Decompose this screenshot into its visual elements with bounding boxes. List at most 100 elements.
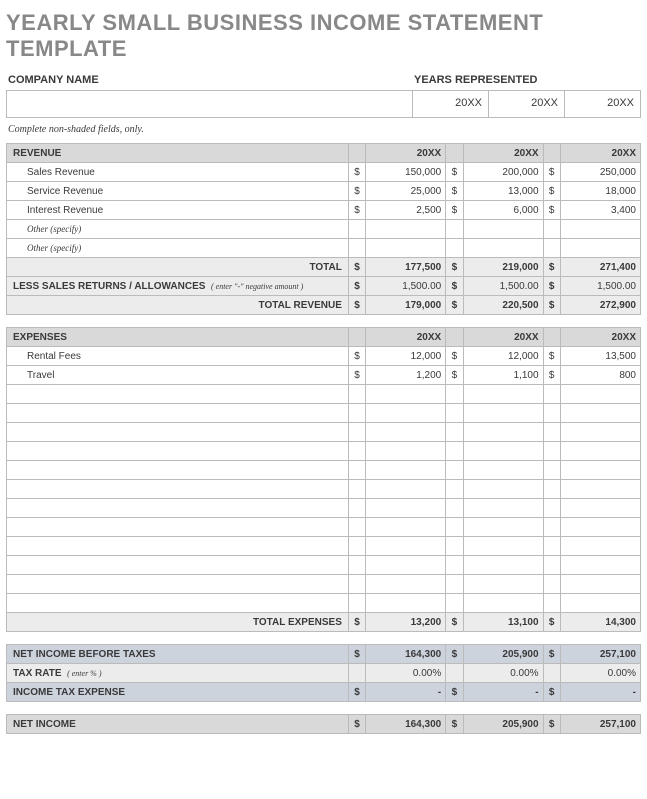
- cell[interactable]: [463, 480, 543, 499]
- row-label[interactable]: Sales Revenue: [7, 163, 349, 182]
- row-label[interactable]: [7, 556, 349, 575]
- cell[interactable]: [366, 594, 446, 613]
- cell[interactable]: 0.00%: [366, 664, 446, 683]
- cell[interactable]: [366, 575, 446, 594]
- row-label[interactable]: [7, 537, 349, 556]
- expense-row: Rental Fees $12,000 $12,000 $13,500: [7, 347, 641, 366]
- cell[interactable]: [366, 461, 446, 480]
- net-income-table: NET INCOME $164,300 $205,900 $257,100: [6, 714, 641, 734]
- cell[interactable]: [366, 423, 446, 442]
- expense-row-blank: [7, 537, 641, 556]
- expense-row-blank: [7, 556, 641, 575]
- cell[interactable]: [366, 385, 446, 404]
- cell[interactable]: 0.00%: [560, 664, 640, 683]
- cell[interactable]: 150,000: [366, 163, 446, 182]
- cell[interactable]: [560, 537, 640, 556]
- cell[interactable]: [560, 499, 640, 518]
- cell[interactable]: [366, 480, 446, 499]
- total-value: 271,400: [560, 258, 640, 277]
- cell[interactable]: 12,000: [463, 347, 543, 366]
- cell[interactable]: [366, 404, 446, 423]
- cell[interactable]: 800: [560, 366, 640, 385]
- cell[interactable]: [560, 404, 640, 423]
- year-input-1[interactable]: 20XX: [413, 91, 489, 117]
- cell[interactable]: 2,500: [366, 201, 446, 220]
- row-label[interactable]: [7, 499, 349, 518]
- cell[interactable]: 1,200: [366, 366, 446, 385]
- row-label[interactable]: Service Revenue: [7, 182, 349, 201]
- cell[interactable]: 250,000: [560, 163, 640, 182]
- cell[interactable]: [366, 537, 446, 556]
- cell[interactable]: [463, 537, 543, 556]
- total-expenses-row: TOTAL EXPENSES $13,200 $13,100 $14,300: [7, 613, 641, 632]
- cell[interactable]: 13,000: [463, 182, 543, 201]
- cell[interactable]: [463, 239, 543, 258]
- total-value: 13,100: [463, 613, 543, 632]
- cell[interactable]: [560, 423, 640, 442]
- cell[interactable]: [463, 575, 543, 594]
- row-label[interactable]: [7, 423, 349, 442]
- cell[interactable]: [463, 594, 543, 613]
- row-label[interactable]: [7, 385, 349, 404]
- cell[interactable]: [560, 461, 640, 480]
- row-label[interactable]: [7, 442, 349, 461]
- cell[interactable]: [560, 239, 640, 258]
- expense-row-blank: [7, 404, 641, 423]
- cell[interactable]: [560, 480, 640, 499]
- cell[interactable]: [463, 423, 543, 442]
- cell[interactable]: [560, 385, 640, 404]
- row-label[interactable]: [7, 404, 349, 423]
- cell[interactable]: 1,100: [463, 366, 543, 385]
- cell[interactable]: 12,000: [366, 347, 446, 366]
- revenue-total: TOTAL $177,500 $219,000 $271,400: [7, 258, 641, 277]
- cell[interactable]: [463, 442, 543, 461]
- cell[interactable]: [463, 220, 543, 239]
- expenses-year-1: 20XX: [366, 328, 446, 347]
- row-label[interactable]: Interest Revenue: [7, 201, 349, 220]
- year-input-2[interactable]: 20XX: [489, 91, 565, 117]
- company-name-input[interactable]: [7, 91, 413, 117]
- cell[interactable]: [560, 556, 640, 575]
- row-label[interactable]: [7, 575, 349, 594]
- cell[interactable]: [366, 499, 446, 518]
- cell[interactable]: [366, 442, 446, 461]
- cell[interactable]: 200,000: [463, 163, 543, 182]
- revenue-year-1: 20XX: [366, 144, 446, 163]
- cell[interactable]: 1,500.00: [366, 277, 446, 296]
- cell[interactable]: [463, 518, 543, 537]
- cell[interactable]: 1,500.00: [560, 277, 640, 296]
- row-label[interactable]: [7, 594, 349, 613]
- cell[interactable]: 25,000: [366, 182, 446, 201]
- cell[interactable]: [463, 556, 543, 575]
- cell[interactable]: [463, 385, 543, 404]
- cell[interactable]: 6,000: [463, 201, 543, 220]
- row-label[interactable]: [7, 518, 349, 537]
- row-label[interactable]: [7, 461, 349, 480]
- cell[interactable]: [560, 518, 640, 537]
- expenses-header: EXPENSES 20XX 20XX 20XX: [7, 328, 641, 347]
- cell[interactable]: [366, 556, 446, 575]
- cell[interactable]: [560, 594, 640, 613]
- year-input-3[interactable]: 20XX: [565, 91, 640, 117]
- value: -: [560, 683, 640, 702]
- cell[interactable]: 0.00%: [463, 664, 543, 683]
- expense-row: Travel $1,200 $1,100 $800: [7, 366, 641, 385]
- cell[interactable]: [366, 220, 446, 239]
- cell[interactable]: [463, 461, 543, 480]
- cell[interactable]: 13,500: [560, 347, 640, 366]
- cell[interactable]: [463, 404, 543, 423]
- cell[interactable]: 18,000: [560, 182, 640, 201]
- cell[interactable]: [366, 518, 446, 537]
- cell[interactable]: [560, 220, 640, 239]
- cell[interactable]: 3,400: [560, 201, 640, 220]
- row-label[interactable]: [7, 480, 349, 499]
- cell[interactable]: [560, 575, 640, 594]
- row-label[interactable]: Other (specify): [7, 220, 349, 239]
- row-label[interactable]: Other (specify): [7, 239, 349, 258]
- cell[interactable]: 1,500.00: [463, 277, 543, 296]
- row-label[interactable]: Rental Fees: [7, 347, 349, 366]
- row-label[interactable]: Travel: [7, 366, 349, 385]
- cell[interactable]: [560, 442, 640, 461]
- cell[interactable]: [366, 239, 446, 258]
- cell[interactable]: [463, 499, 543, 518]
